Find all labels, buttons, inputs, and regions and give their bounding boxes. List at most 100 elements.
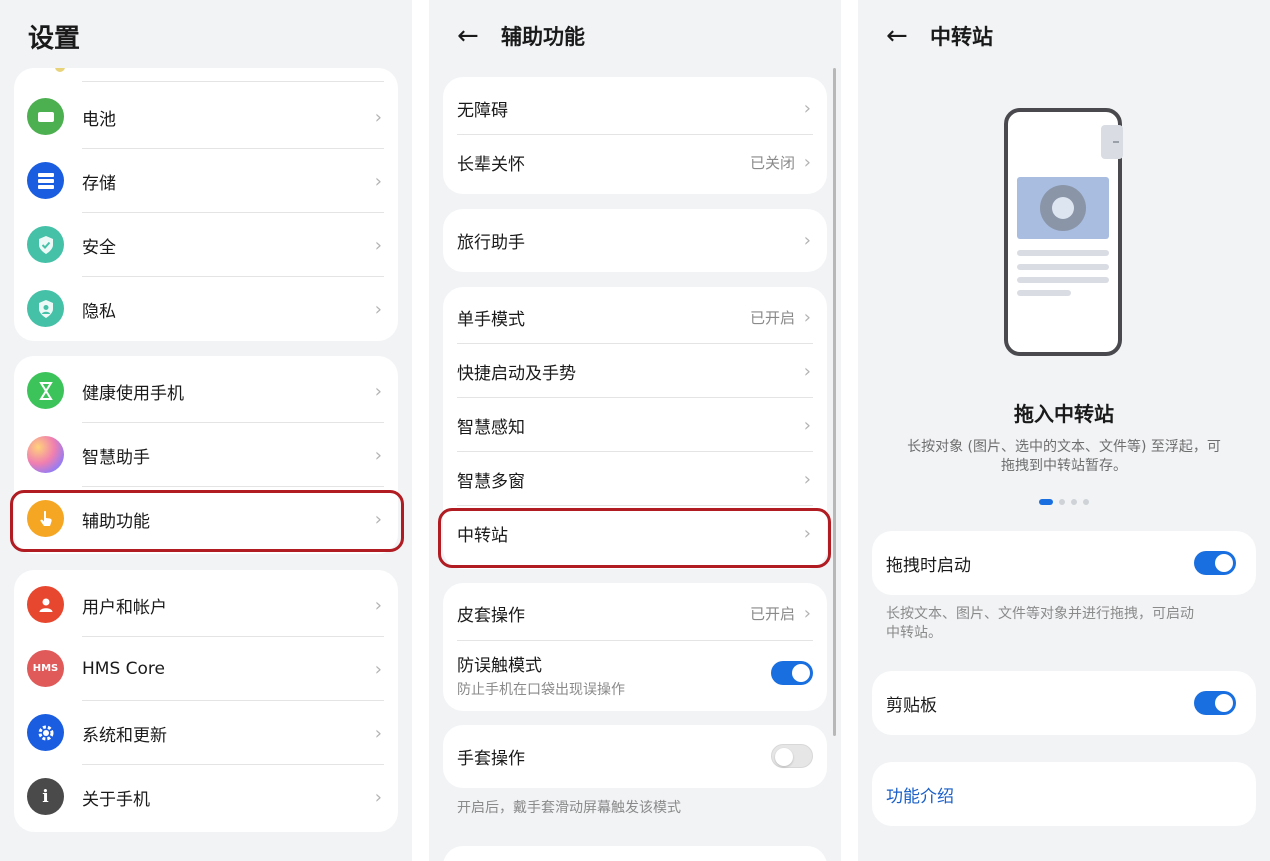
chevron-right-icon: › <box>374 234 382 256</box>
item-label: 长辈关怀 <box>457 154 525 175</box>
settings-group-1: 电池 › 存储 › 安全 › 隐私 › <box>14 68 398 341</box>
gear-icon <box>27 714 64 751</box>
item-label: 皮套操作 <box>457 605 525 626</box>
settings-item-label: 关于手机 <box>82 789 150 810</box>
carousel-dot <box>1083 499 1089 505</box>
chevron-right-icon: › <box>374 594 382 616</box>
elder-care-item[interactable]: 长辈关怀 已关闭 › <box>443 135 827 189</box>
travel-assistant-item[interactable]: 旅行助手 › <box>443 213 827 267</box>
clipboard-item: 剪贴板 <box>872 671 1256 735</box>
item-label: 拖拽时启动 <box>886 555 971 576</box>
chevron-right-icon: › <box>374 658 382 680</box>
accessibility-panel: ← 辅助功能 无障碍 › 长辈关怀 已关闭 › 旅行助手 › 单手模式 已开启 … <box>429 0 841 861</box>
chevron-right-icon: › <box>803 306 811 328</box>
settings-item-security[interactable]: 安全 › <box>14 213 398 277</box>
phone-illustration <box>1004 108 1123 356</box>
chevron-right-icon: › <box>803 151 811 173</box>
feature-intro-link[interactable]: 功能介绍 <box>886 782 954 807</box>
info-icon: i <box>27 778 64 815</box>
settings-item-assistant[interactable]: 智慧助手 › <box>14 423 398 487</box>
chevron-right-icon: › <box>803 97 811 119</box>
clipboard-toggle[interactable] <box>1194 691 1236 715</box>
chevron-right-icon: › <box>374 298 382 320</box>
settings-item-users[interactable]: 用户和帐户 › <box>14 573 398 637</box>
glove-toggle[interactable] <box>771 744 813 768</box>
feature-description: 长按对象 (图片、选中的文本、文件等) 至浮起，可 拖拽到中转站暂存。 <box>858 438 1270 476</box>
feature-intro-item[interactable]: 功能介绍 <box>872 762 1256 826</box>
chevron-right-icon: › <box>803 602 811 624</box>
battery-icon <box>27 98 64 135</box>
chevron-right-icon: › <box>374 380 382 402</box>
accessibility-card-5: 手套操作 <box>443 725 827 788</box>
header: ← 辅助功能 <box>457 18 585 54</box>
mistouch-mode-item: 防误触模式 防止手机在口袋出现误操作 <box>443 641 827 711</box>
settings-item-label: 用户和帐户 <box>82 597 167 618</box>
mistouch-toggle[interactable] <box>771 661 813 685</box>
item-label: 智慧多窗 <box>457 471 525 492</box>
description-line: 长按对象 (图片、选中的文本、文件等) 至浮起，可 <box>907 439 1221 455</box>
settings-item-system-update[interactable]: 系统和更新 › <box>14 701 398 765</box>
assistant-icon <box>27 436 64 473</box>
page-title: 中转站 <box>930 25 993 49</box>
item-label: 智慧感知 <box>457 417 525 438</box>
accessibility-card-4: 皮套操作 已开启 › 防误触模式 防止手机在口袋出现误操作 <box>443 583 827 711</box>
feature-heading: 拖入中转站 <box>1014 402 1114 426</box>
settings-item-label: 健康使用手机 <box>82 383 184 404</box>
chevron-right-icon: › <box>374 444 382 466</box>
back-arrow-icon[interactable]: ← <box>886 23 914 49</box>
settings-item-battery[interactable]: 电池 › <box>14 85 398 149</box>
item-value: 已关闭 <box>749 153 795 172</box>
hourglass-icon <box>27 372 64 409</box>
privacy-icon <box>27 290 64 327</box>
header: ← 中转站 <box>886 18 993 54</box>
transit-panel: ← 中转站 拖入中转站 长按对象 (图片、选中的文本、文件等) 至浮起，可 拖拽… <box>858 0 1270 861</box>
note-line: 长按文本、图片、文件等对象并进行拖拽，可启动 <box>886 606 1194 622</box>
item-value: 已开启 <box>749 604 795 623</box>
settings-item-storage[interactable]: 存储 › <box>14 149 398 213</box>
settings-item-label: HMS Core <box>82 659 165 679</box>
settings-group-3: 用户和帐户 › HMS HMS Core › 系统和更新 › i 关于手机 › <box>14 570 398 832</box>
drag-start-toggle[interactable] <box>1194 551 1236 575</box>
drag-start-item: 拖拽时启动 <box>872 531 1256 595</box>
user-icon <box>27 586 64 623</box>
partial-icon <box>55 68 65 72</box>
smart-perception-item[interactable]: 智慧感知 › <box>443 398 827 452</box>
settings-item-label: 电池 <box>82 109 116 130</box>
back-arrow-icon[interactable]: ← <box>457 23 485 49</box>
chevron-right-icon: › <box>803 414 811 436</box>
drag-start-note: 长按文本、图片、文件等对象并进行拖拽，可启动 中转站。 <box>886 605 1194 643</box>
settings-item-label: 智慧助手 <box>82 447 150 468</box>
item-label: 剪贴板 <box>886 695 937 716</box>
settings-item-about-phone[interactable]: i 关于手机 › <box>14 765 398 829</box>
highlight-box <box>10 490 404 552</box>
drag-start-card: 拖拽时启动 <box>872 531 1256 595</box>
clipboard-card: 剪贴板 <box>872 671 1256 735</box>
cover-operation-item[interactable]: 皮套操作 已开启 › <box>443 585 827 641</box>
highlight-box <box>438 508 831 568</box>
scrollbar[interactable] <box>833 68 836 736</box>
one-hand-mode-item[interactable]: 单手模式 已开启 › <box>443 290 827 344</box>
item-label: 防误触模式 <box>457 656 542 676</box>
settings-item-label: 安全 <box>82 237 116 258</box>
storage-icon <box>27 162 64 199</box>
settings-item-digital-balance[interactable]: 健康使用手机 › <box>14 359 398 423</box>
item-sublabel: 防止手机在口袋出现误操作 <box>457 682 625 698</box>
settings-item-privacy[interactable]: 隐私 › <box>14 277 398 341</box>
chevron-right-icon: › <box>803 468 811 490</box>
multi-window-item[interactable]: 智慧多窗 › <box>443 452 827 506</box>
settings-item-hms-core[interactable]: HMS HMS Core › <box>14 637 398 701</box>
chevron-right-icon: › <box>374 786 382 808</box>
shortcuts-gestures-item[interactable]: 快捷启动及手势 › <box>443 344 827 398</box>
carousel-dot <box>1059 499 1065 505</box>
settings-item-label: 存储 <box>82 173 116 194</box>
note-line: 中转站。 <box>886 625 942 641</box>
accessibility-item[interactable]: 无障碍 › <box>443 81 827 135</box>
feature-intro-card: 功能介绍 <box>872 762 1256 826</box>
item-value: 已开启 <box>749 308 795 327</box>
glove-operation-item: 手套操作 <box>443 729 827 783</box>
item-label: 旅行助手 <box>457 232 525 253</box>
chevron-right-icon: › <box>374 170 382 192</box>
description-line: 拖拽到中转站暂存。 <box>1001 458 1127 474</box>
item-label: 无障碍 <box>457 100 508 121</box>
carousel-indicator[interactable] <box>858 499 1270 505</box>
